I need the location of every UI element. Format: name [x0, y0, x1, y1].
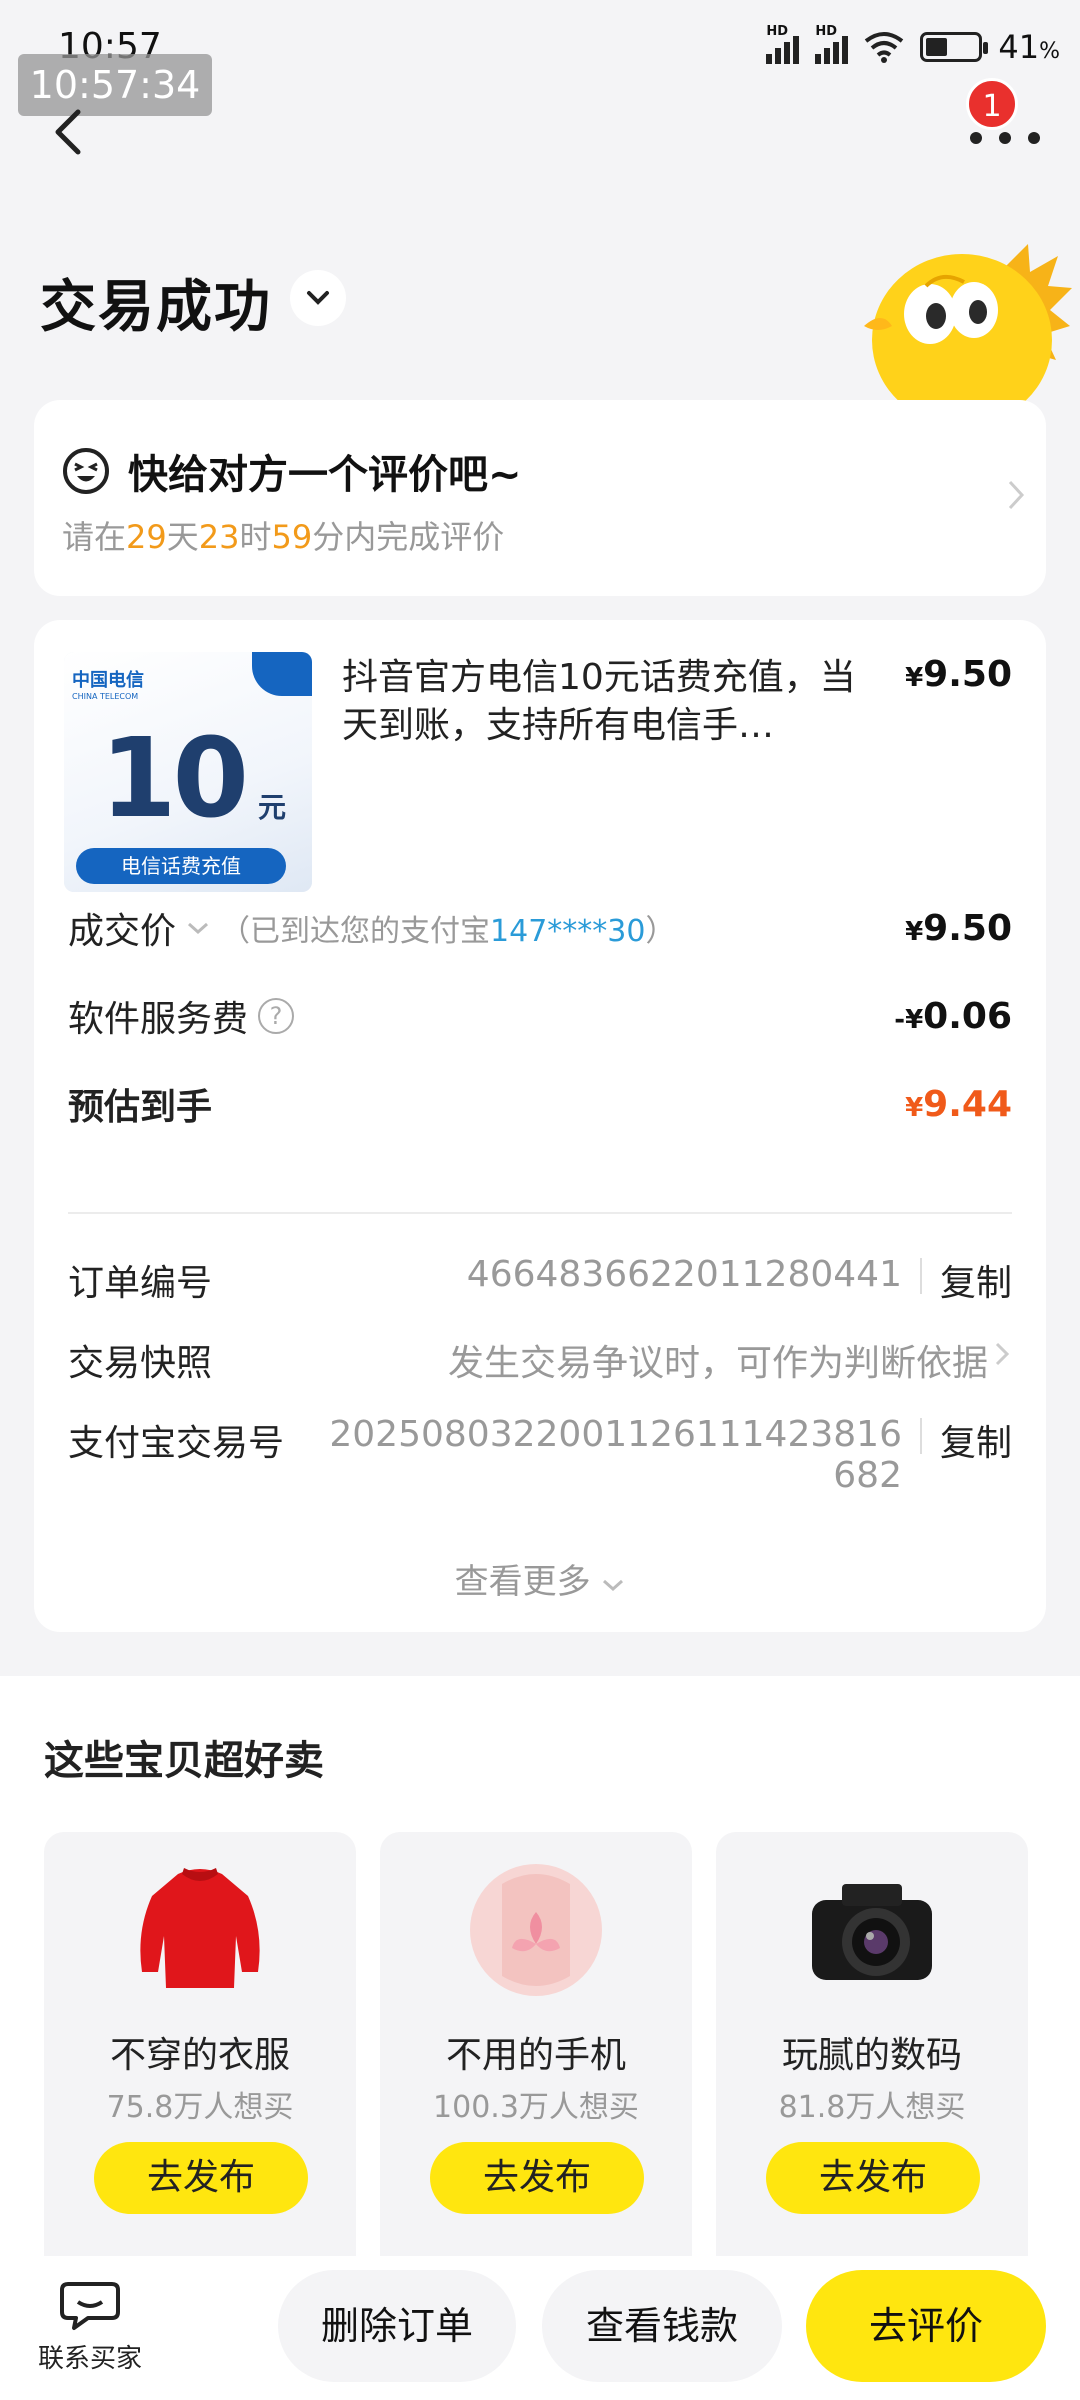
battery-icon — [920, 32, 989, 62]
dot-icon — [970, 132, 982, 144]
order-number-row: 订单编号 4664836622011280441 复制 — [68, 1254, 1012, 1306]
review-prompt-title: 快给对方一个评价吧~ — [62, 442, 522, 500]
smiley-face-icon — [63, 448, 109, 494]
status-bar: 10:57 10:57:34 HD HD 41% — [0, 0, 1080, 116]
deal-price-label: 成交价 — [68, 911, 177, 952]
review-prompt-card[interactable]: 快给对方一个评价吧~ 请在29天23时59分内完成评价 — [34, 400, 1046, 596]
snapshot-label: 交易快照 — [68, 1343, 213, 1384]
recommend-name: 不用的手机 — [445, 2035, 626, 2076]
contact-buyer-label: 联系买家 — [37, 2344, 142, 2374]
chevron-down-icon — [603, 1579, 624, 1592]
alipay-trade-row: 支付宝交易号 2025080322001126111423816 682 复制 — [68, 1414, 1012, 1496]
recommend-count: 100.3万人想买 — [433, 2090, 639, 2125]
copy-alipay-number-button[interactable]: 复制 — [940, 1414, 1012, 1466]
help-question-icon[interactable]: ? — [258, 998, 295, 1034]
thumb-unit: 元 — [258, 791, 287, 824]
chevron-right-icon — [1008, 480, 1025, 510]
signal-icon: HD — [766, 24, 800, 64]
order-number-value: 4664836622011280441 — [466, 1254, 902, 1295]
notification-badge: 1 — [966, 78, 1018, 130]
deal-price-value: ¥9.50 — [905, 907, 1012, 949]
product-name[interactable]: 抖音官方电信10元话费充值，当天到账，支持所有电信手… — [342, 654, 862, 750]
phone-image — [470, 1864, 602, 1996]
publish-button[interactable]: 去发布 — [766, 2142, 980, 2214]
service-fee-row: 软件服务费 ? -¥0.06 — [68, 990, 1012, 1042]
service-fee-value: -¥0.06 — [894, 995, 1012, 1037]
chat-bubble-icon — [60, 2282, 120, 2330]
contact-buyer-button[interactable]: 联系买家 — [30, 2278, 150, 2375]
page-title: 交易成功 — [40, 275, 272, 340]
wifi-icon — [865, 32, 904, 63]
status-icons: HD HD 41% — [766, 24, 1060, 66]
dot-icon — [999, 132, 1011, 144]
recommend-card-digital[interactable]: 玩腻的数码 81.8万人想买 去发布 — [716, 1832, 1028, 2256]
recommend-name: 玩腻的数码 — [781, 2035, 962, 2076]
deal-price-row: 成交价 （已到达您的支付宝147****30） ¥9.50 — [68, 902, 1012, 954]
delete-order-button[interactable]: 删除订单 — [278, 2270, 516, 2382]
publish-button[interactable]: 去发布 — [94, 2142, 308, 2214]
sweater-image — [140, 1868, 260, 1988]
back-button[interactable] — [40, 100, 100, 160]
telecom-logo: 中国电信 CHINA TELECOM — [72, 670, 144, 701]
recommend-name: 不穿的衣服 — [109, 2035, 290, 2076]
order-detail-card: 中国电信 CHINA TELECOM 10 元 电信话费充值 抖音官方电信10元话… — [34, 620, 1046, 1632]
recommend-card-phone[interactable]: 不用的手机 100.3万人想买 去发布 — [380, 1832, 692, 2256]
chevron-down-icon — [307, 291, 329, 305]
net-income-row: 预估到手 ¥9.44 — [68, 1078, 1012, 1130]
product-price: ¥9.50 — [905, 654, 1012, 695]
product-thumbnail[interactable]: 中国电信 CHINA TELECOM 10 元 电信话费充值 — [64, 652, 312, 892]
service-fee-label: 软件服务费 — [68, 999, 249, 1040]
view-money-button[interactable]: 查看钱款 — [542, 2270, 782, 2382]
battery-percent: 41% — [998, 28, 1060, 66]
copy-order-number-button[interactable]: 复制 — [940, 1254, 1012, 1306]
review-prompt-text: 快给对方一个评价吧~ — [128, 452, 522, 498]
dot-icon — [1028, 132, 1040, 144]
order-number-label: 订单编号 — [68, 1263, 213, 1304]
mascot-fish-illustration — [864, 244, 1072, 410]
see-more-button[interactable]: 查看更多 — [34, 1554, 1046, 1603]
camera-image — [812, 1884, 932, 1980]
thumb-amount: 10 — [100, 714, 249, 842]
recommend-card-clothes[interactable]: 不穿的衣服 75.8万人想买 去发布 — [44, 1832, 356, 2256]
publish-button[interactable]: 去发布 — [430, 2142, 644, 2214]
signal-icon-2: HD — [815, 24, 849, 64]
snapshot-row[interactable]: 交易快照 发生交易争议时，可作为判断依据 — [68, 1334, 1012, 1386]
net-income-label: 预估到手 — [68, 1087, 213, 1128]
recommend-count: 81.8万人想买 — [778, 2090, 966, 2125]
write-review-button[interactable]: 去评价 — [806, 2270, 1046, 2382]
net-income-value: ¥9.44 — [905, 1083, 1012, 1125]
back-arrow-icon — [55, 109, 81, 155]
recommendation-section: 这些宝贝超好卖 不穿的衣服 75.8万人想买 去发布 不用的手机 100.3万人… — [0, 1676, 1080, 2256]
snapshot-value: 发生交易争议时，可作为判断依据 — [447, 1343, 988, 1384]
chevron-right-icon — [995, 1342, 1010, 1366]
recommendation-title: 这些宝贝超好卖 — [44, 1738, 324, 1784]
deal-note: （已到达您的支付宝147****30） — [220, 914, 676, 949]
thumb-caption: 电信话费充值 — [76, 848, 286, 884]
status-expand-button[interactable] — [290, 270, 346, 326]
divider — [68, 1212, 1012, 1214]
chevron-down-icon[interactable] — [186, 920, 210, 936]
recommend-count: 75.8万人想买 — [106, 2090, 294, 2125]
review-deadline: 请在29天23时59分内完成评价 — [62, 518, 505, 556]
alipay-trade-value: 2025080322001126111423816 682 — [329, 1414, 902, 1496]
alipay-trade-label: 支付宝交易号 — [68, 1423, 285, 1464]
bottom-action-bar: 联系买家 删除订单 查看钱款 去评价 — [0, 2256, 1080, 2400]
